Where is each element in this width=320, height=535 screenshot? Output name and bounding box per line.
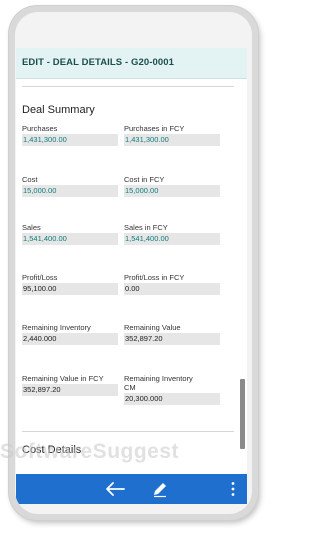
field-cost: Cost 15,000.00 (22, 175, 118, 197)
field-profit-loss-fcy: Profit/Loss in FCY 0.00 (124, 273, 220, 295)
field-remaining-value-fcy: Remaining Value in FCY 352,897.20 (22, 374, 118, 396)
section-title-cost-details[interactable]: Cost Details (22, 444, 81, 456)
field-label: Profit/Loss (22, 273, 58, 282)
field-profit-loss: Profit/Loss 95,100.00 (22, 273, 118, 295)
cost-fcy-value[interactable]: 15,000.00 (124, 185, 220, 197)
page-header: EDIT - DEAL DETAILS - G20-0001 (16, 48, 247, 79)
field-label: Sales in FCY (124, 223, 168, 232)
remaining-inventory-cm-value: 20,300.000 (124, 393, 220, 405)
field-label: Remaining Value in FCY (22, 374, 104, 383)
pencil-icon (154, 483, 166, 498)
field-label-line2: CM (124, 383, 136, 392)
sales-fcy-value[interactable]: 1,541,400.00 (124, 233, 220, 245)
purchases-fcy-value[interactable]: 1,431,300.00 (124, 134, 220, 146)
arrow-left-icon (106, 482, 125, 496)
top-divider (22, 86, 234, 87)
field-label: Profit/Loss in FCY (124, 273, 185, 282)
field-purchases-fcy: Purchases in FCY 1,431,300.00 (124, 124, 220, 146)
field-remaining-value: Remaining Value 352,897.20 (124, 323, 220, 345)
field-remaining-inventory-cm: Remaining Inventory CM 20,300.000 (124, 374, 220, 405)
back-button[interactable] (100, 474, 130, 504)
field-sales: Sales 1,541,400.00 (22, 223, 118, 245)
deal-details-content[interactable]: Deal Summary Purchases 1,431,300.00 Purc… (16, 79, 247, 474)
bottom-action-bar (16, 474, 247, 504)
scrollbar[interactable] (239, 79, 245, 474)
cost-value[interactable]: 15,000.00 (22, 185, 118, 197)
field-label: Cost (22, 175, 38, 184)
section-divider (22, 431, 234, 432)
field-label: Purchases (22, 124, 58, 133)
phone-inner-bezel: EDIT - DEAL DETAILS - G20-0001 Deal Summ… (15, 12, 252, 514)
remaining-value-fcy-value: 352,897.20 (22, 384, 118, 396)
sales-value[interactable]: 1,541,400.00 (22, 233, 118, 245)
screenshot-stage: EDIT - DEAL DETAILS - G20-0001 Deal Summ… (0, 0, 268, 535)
phone-frame: EDIT - DEAL DETAILS - G20-0001 Deal Summ… (9, 6, 258, 520)
profit-loss-value: 95,100.00 (22, 283, 118, 295)
remaining-inventory-value: 2,440.000 (22, 333, 118, 345)
field-label: Purchases in FCY (124, 124, 185, 133)
remaining-value-value: 352,897.20 (124, 333, 220, 345)
edit-button[interactable] (145, 474, 175, 504)
scrollbar-thumb[interactable] (240, 379, 245, 449)
field-sales-fcy: Sales in FCY 1,541,400.00 (124, 223, 220, 245)
field-remaining-inventory: Remaining Inventory 2,440.000 (22, 323, 118, 345)
field-label: Remaining Inventory (124, 374, 193, 383)
field-label: Remaining Value (124, 323, 181, 332)
field-purchases: Purchases 1,431,300.00 (22, 124, 118, 146)
field-cost-fcy: Cost in FCY 15,000.00 (124, 175, 220, 197)
page-title: EDIT - DEAL DETAILS - G20-0001 (22, 57, 175, 68)
vertical-ellipsis-icon (231, 482, 235, 496)
purchases-value[interactable]: 1,431,300.00 (22, 134, 118, 146)
section-title-deal-summary: Deal Summary (22, 104, 95, 116)
more-options-button[interactable] (225, 474, 241, 504)
field-label: Cost in FCY (124, 175, 165, 184)
app-screen: EDIT - DEAL DETAILS - G20-0001 Deal Summ… (16, 48, 247, 504)
field-label: Sales (22, 223, 41, 232)
field-label: Remaining Inventory (22, 323, 91, 332)
profit-loss-fcy-value: 0.00 (124, 283, 220, 295)
